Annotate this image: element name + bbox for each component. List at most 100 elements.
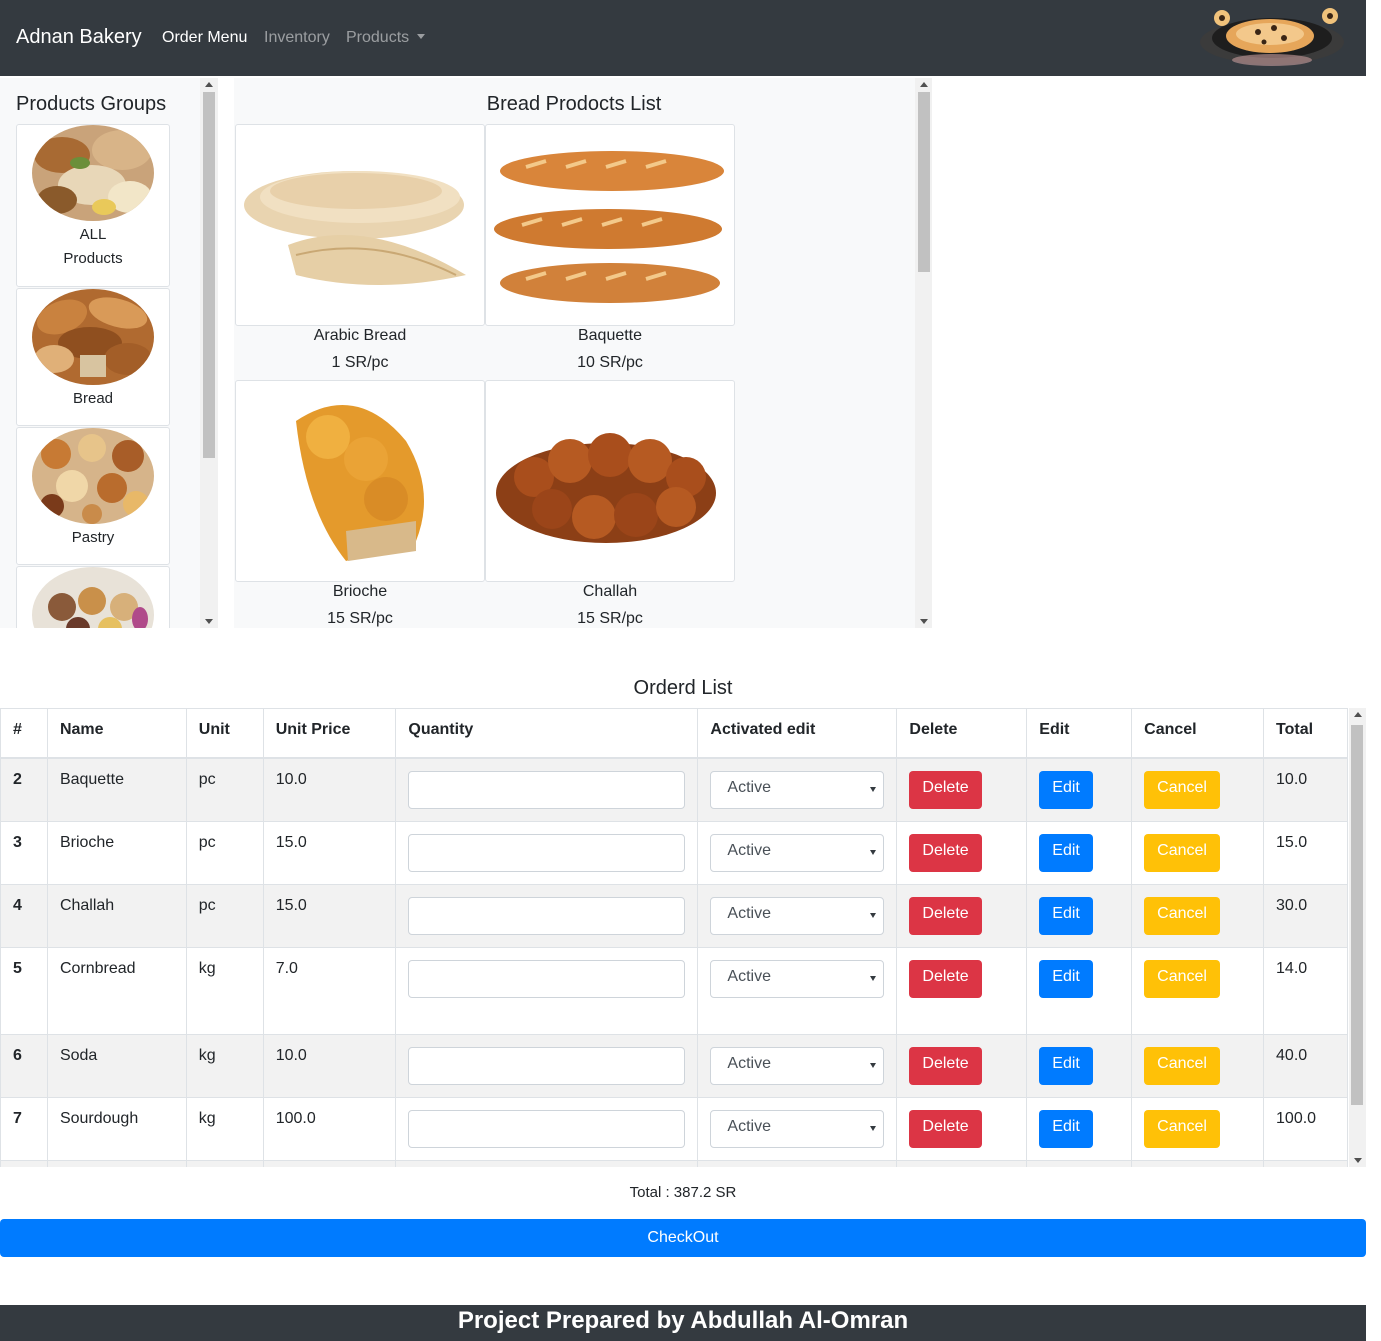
table-row: 5 Cornbread kg 7.0 Active Delete Edit Ca… — [0, 946, 1348, 1035]
product-price: 1 SR/pc — [331, 354, 389, 371]
activated-edit-select[interactable]: Active — [710, 833, 885, 872]
select-arrow-icon — [870, 1125, 877, 1131]
column-header: Unit Price — [262, 708, 397, 759]
select-value: Active — [727, 778, 771, 796]
scroll-down-icon[interactable] — [1354, 1158, 1362, 1163]
scrollbar-thumb[interactable] — [918, 92, 930, 272]
cancel-button[interactable]: Cancel — [1144, 1109, 1220, 1148]
products-title: Bread Prodocts List — [486, 93, 662, 115]
quantity-input[interactable] — [408, 770, 686, 809]
scroll-down-icon[interactable] — [920, 619, 928, 624]
group-card-bread[interactable]: Bread — [16, 288, 170, 426]
product-price: 15 SR/pc — [577, 610, 643, 627]
cancel-button[interactable]: Cancel — [1144, 1046, 1220, 1085]
quantity-input[interactable] — [408, 1109, 686, 1148]
footer: Project Prepared by Abdullah Al-Omran — [0, 1305, 1366, 1341]
edit-button[interactable]: Edit — [1039, 896, 1093, 935]
product-card-brioche[interactable] — [235, 380, 485, 582]
edit-button[interactable]: Edit — [1039, 770, 1093, 809]
row-unit: pc — [185, 820, 264, 885]
delete-button[interactable]: Delete — [909, 1046, 982, 1085]
order-table-scrollbar[interactable] — [1349, 708, 1366, 1167]
brand[interactable]: Adnan Bakery — [16, 26, 142, 49]
row-name: Baquette — [46, 757, 187, 822]
row-number: 7 — [0, 1096, 48, 1161]
scroll-up-icon[interactable] — [920, 82, 928, 87]
delete-button[interactable]: Delete — [909, 770, 982, 809]
row-name: Sourdough — [46, 1096, 187, 1161]
edit-button[interactable]: Edit — [1039, 959, 1093, 998]
row-number: 4 — [0, 883, 48, 948]
scrollbar-thumb[interactable] — [203, 92, 215, 458]
select-arrow-icon — [870, 786, 877, 792]
table-row — [0, 1159, 1348, 1167]
nav-inventory[interactable]: Inventory — [264, 29, 330, 47]
edit-button[interactable]: Edit — [1039, 1046, 1093, 1085]
group-card-all[interactable]: ALL Products — [16, 124, 170, 287]
select-value: Active — [727, 904, 771, 922]
row-name: Soda — [46, 1033, 187, 1098]
table-row: 7 Sourdough kg 100.0 Active Delete Edit … — [0, 1096, 1348, 1161]
delete-button[interactable]: Delete — [909, 896, 982, 935]
order-table-wrapper: # Name Unit Unit Price Quantity Activate… — [0, 708, 1366, 1167]
checkout-button[interactable]: CheckOut — [0, 1219, 1366, 1257]
delete-button[interactable]: Delete — [909, 959, 982, 998]
activated-edit-select[interactable]: Active — [710, 1109, 885, 1148]
delete-button[interactable]: Delete — [909, 1109, 982, 1148]
baquette-image — [494, 151, 724, 303]
product-name: Arabic Bread — [313, 327, 407, 344]
table-row: 2 Baquette pc 10.0 Active Delete Edit Ca… — [0, 757, 1348, 822]
row-total: 100.0 — [1263, 1096, 1348, 1161]
cancel-button[interactable]: Cancel — [1144, 959, 1220, 998]
column-header: Cancel — [1131, 708, 1265, 759]
group-card-pastry[interactable]: Pastry — [16, 427, 170, 565]
select-value: Active — [727, 841, 771, 859]
quantity-input[interactable] — [408, 896, 686, 935]
row-total: 30.0 — [1263, 883, 1348, 948]
cancel-button[interactable]: Cancel — [1144, 896, 1220, 935]
scrollbar-thumb[interactable] — [1351, 725, 1363, 1105]
cancel-button[interactable]: Cancel — [1144, 833, 1220, 872]
activated-edit-select[interactable]: Active — [710, 959, 885, 998]
row-unit: kg — [185, 1096, 264, 1161]
row-number: 5 — [0, 946, 48, 1035]
column-header: Delete — [896, 708, 1028, 759]
cakes-group-image — [32, 567, 154, 628]
table-row: 6 Soda kg 10.0 Active Delete Edit Cancel… — [0, 1033, 1348, 1098]
row-total: 14.0 — [1263, 946, 1348, 1035]
edit-button[interactable]: Edit — [1039, 1109, 1093, 1148]
nav-products-dropdown[interactable]: Products — [346, 29, 426, 47]
activated-edit-select[interactable]: Active — [710, 1046, 885, 1085]
groups-scrollbar[interactable] — [200, 78, 218, 628]
product-card-challah[interactable] — [485, 380, 735, 582]
nav-order-menu[interactable]: Order Menu — [162, 29, 247, 47]
quantity-input[interactable] — [408, 959, 686, 998]
product-card-baquette[interactable] — [485, 124, 735, 326]
group-card-cakes[interactable] — [16, 566, 170, 628]
activated-edit-select[interactable]: Active — [710, 896, 885, 935]
quantity-input[interactable] — [408, 1046, 686, 1085]
product-price: 15 SR/pc — [327, 610, 393, 627]
order-list-title: Orderd List — [633, 677, 733, 699]
row-unit-price: 100.0 — [262, 1096, 397, 1161]
column-header: Name — [46, 708, 187, 759]
delete-button[interactable]: Delete — [909, 833, 982, 872]
groups-title: Products Groups — [16, 93, 167, 115]
group-label: ALL — [79, 226, 107, 243]
nav-products-label: Products — [346, 29, 410, 46]
scroll-up-icon[interactable] — [1354, 712, 1362, 717]
activated-edit-select[interactable]: Active — [710, 770, 885, 809]
products-scrollbar[interactable] — [915, 78, 932, 628]
product-price: 10 SR/pc — [577, 354, 643, 371]
all-products-image — [32, 125, 154, 221]
row-total: 40.0 — [1263, 1033, 1348, 1098]
scroll-down-icon[interactable] — [205, 619, 213, 624]
product-card-arabic-bread[interactable] — [235, 124, 485, 326]
scroll-up-icon[interactable] — [205, 82, 213, 87]
edit-button[interactable]: Edit — [1039, 833, 1093, 872]
cancel-button[interactable]: Cancel — [1144, 770, 1220, 809]
bread-group-image — [32, 289, 154, 385]
table-row: 4 Challah pc 15.0 Active Delete Edit Can… — [0, 883, 1348, 948]
quantity-input[interactable] — [408, 833, 686, 872]
row-unit-price: 7.0 — [262, 946, 397, 1035]
